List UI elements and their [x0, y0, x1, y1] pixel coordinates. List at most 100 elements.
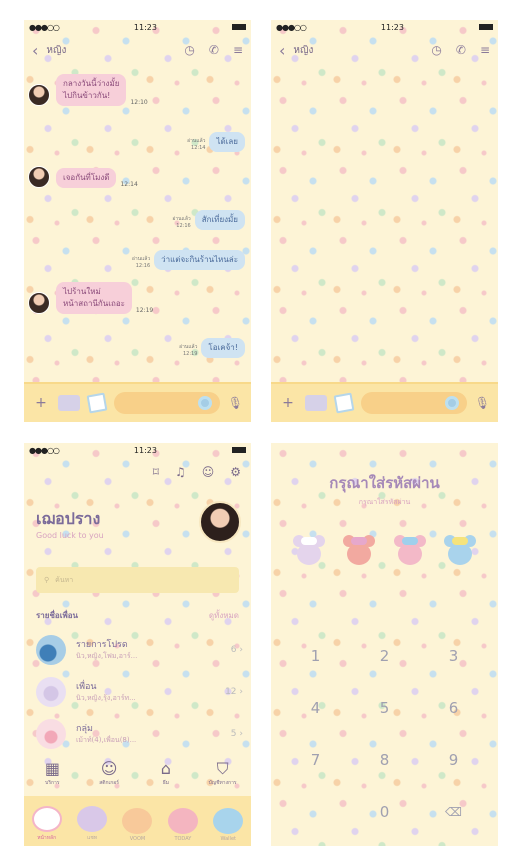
menu-icon[interactable]: ≡	[233, 43, 243, 57]
key-1[interactable]: 1	[281, 645, 350, 667]
mic-icon[interactable]: 🎙	[475, 396, 490, 410]
signal-indicator: ●●●○○	[29, 445, 60, 455]
key-2[interactable]: 2	[350, 645, 419, 667]
message-incoming: ไปร้านใหม่ หน้าสถานีกันเถอะ 12:19	[28, 282, 153, 314]
avatar[interactable]	[28, 292, 50, 314]
chat-input-bar: + 🎙	[24, 382, 251, 422]
delete-icon[interactable]: ⌫	[419, 801, 488, 823]
read-receipt: อ่านแล้ว	[179, 344, 198, 350]
wallet-icon	[213, 808, 244, 834]
history-icon[interactable]: ◷	[431, 43, 441, 57]
list-item[interactable]: กลุ่ม เม้าท์(4),เพื่อน(8)... 5 ›	[36, 713, 243, 755]
signal-indicator: ●●●○○	[276, 22, 307, 32]
photo-icon[interactable]	[333, 392, 355, 414]
list-item[interactable]: เพื่อน นิว,หญิง,รุ้ง,อาร์ท... 12 ›	[36, 671, 243, 713]
tab-wallet[interactable]: Wallet	[206, 808, 250, 842]
message-bubble[interactable]: สักเที่ยงมั้ย	[194, 210, 245, 230]
friends-icon	[36, 677, 66, 707]
message-time: 12:10	[130, 99, 148, 106]
key-8[interactable]: 8	[350, 749, 419, 771]
message-input[interactable]	[114, 392, 220, 414]
mic-icon[interactable]: 🎙	[228, 396, 243, 410]
read-receipt: อ่านแล้ว	[187, 138, 206, 144]
quick-official[interactable]: ⛉ บัญชีทางการ	[198, 759, 248, 787]
photo-icon[interactable]	[86, 392, 108, 414]
quick-menu: ▦ บริการ ☺ สติกเกอร์ ⌂ ธีม ⛉ บัญชีทางการ	[24, 759, 251, 787]
quick-themes[interactable]: ⌂ ธีม	[141, 759, 191, 787]
chat-title: หญิง	[46, 44, 67, 56]
message-bubble[interactable]: เจอกันที่โมงดี	[56, 168, 117, 188]
search-icon: ⚲	[44, 576, 50, 584]
gear-icon[interactable]: ⚙	[230, 465, 241, 479]
status-message: Good luck to you	[36, 531, 104, 540]
message-outgoing: อ่านแล้ว 12:19 โอเคจ้า!	[175, 338, 245, 358]
status-bar: ●●●○○ 11:23	[271, 20, 498, 34]
search-input[interactable]: ⚲ ค้นหา	[36, 567, 239, 593]
back-icon[interactable]: ‹	[279, 41, 285, 60]
home-screen: ●●●○○ 11:23 ⌑ ♫ ☺ ⚙ เฌอปราง Good luck to…	[24, 443, 251, 846]
key-4[interactable]: 4	[281, 697, 350, 719]
key-7[interactable]: 7	[281, 749, 350, 771]
message-bubble[interactable]: กลางวันนี้ว่างมั้ย ไปกินข้าวกัน!	[56, 74, 127, 106]
passcode-slot	[293, 533, 325, 567]
phone-icon[interactable]: ✆	[209, 43, 219, 57]
tab-home[interactable]: หน้าหลัก	[25, 806, 69, 842]
message-outgoing: อ่านแล้ว 12:16 สักเที่ยงมั้ย	[168, 210, 245, 230]
chat-input-bar: + 🎙	[271, 382, 498, 422]
battery-icon	[479, 24, 493, 30]
sticker-icon[interactable]	[197, 396, 212, 410]
chat-screen-empty: ●●●○○ 11:23 ‹ หญิง ◷ ✆ ≡ + 🎙	[271, 20, 498, 422]
bell-icon[interactable]: ♫	[175, 465, 186, 479]
message-outgoing: อ่านแล้ว 12:16 ว่าแต่จะกินร้านไหนล่ะ	[128, 250, 245, 270]
message-outgoing: อ่านแล้ว 12:14 ได้เลย	[183, 132, 245, 152]
menu-icon[interactable]: ≡	[480, 43, 490, 57]
add-friend-icon[interactable]: ☺	[202, 465, 215, 479]
message-bubble[interactable]: ว่าแต่จะกินร้านไหนล่ะ	[154, 250, 245, 270]
passcode-slot	[393, 533, 426, 567]
camera-icon[interactable]	[305, 395, 327, 411]
tab-voom[interactable]: VOOM	[115, 808, 159, 842]
chat-icon	[77, 806, 108, 832]
avatar[interactable]	[28, 166, 50, 188]
key-9[interactable]: 9	[419, 749, 488, 771]
message-bubble[interactable]: ไปร้านใหม่ หน้าสถานีกันเถอะ	[56, 282, 132, 314]
badge-icon: ⛉	[216, 759, 229, 778]
avatar[interactable]	[28, 84, 50, 106]
plus-icon[interactable]: +	[279, 395, 297, 411]
read-receipt: อ่านแล้ว	[131, 256, 151, 262]
history-icon[interactable]: ◷	[184, 43, 194, 57]
key-3[interactable]: 3	[419, 645, 488, 667]
status-time: 11:23	[133, 445, 157, 455]
status-bar: ●●●○○ 11:23	[24, 443, 251, 457]
key-0[interactable]: 0	[350, 801, 419, 823]
camera-icon[interactable]	[58, 395, 80, 411]
favorites-icon	[36, 635, 66, 665]
key-empty	[281, 801, 350, 823]
key-6[interactable]: 6	[419, 697, 488, 719]
profile-avatar[interactable]	[199, 501, 241, 543]
message-bubble[interactable]: ได้เลย	[209, 132, 245, 152]
profile-name[interactable]: เฌอปราง	[36, 507, 100, 532]
message-bubble[interactable]: โอเคจ้า!	[201, 338, 245, 358]
sticker-icon[interactable]	[444, 396, 459, 410]
home-icon	[31, 806, 62, 832]
bookmark-icon[interactable]: ⌑	[153, 465, 159, 479]
back-icon[interactable]: ‹	[32, 41, 38, 60]
quick-stickers[interactable]: ☺ สติกเกอร์	[84, 759, 134, 787]
quick-services[interactable]: ▦ บริการ	[27, 759, 77, 787]
see-all-link[interactable]: ดูทั้งหมด	[209, 609, 239, 622]
groups-icon	[36, 719, 66, 749]
passcode-slot	[443, 533, 476, 567]
message-input[interactable]	[361, 392, 467, 414]
brush-icon: ⌂	[160, 759, 171, 778]
battery-icon	[232, 24, 246, 30]
status-time: 11:23	[380, 22, 404, 32]
read-receipt: อ่านแล้ว	[172, 216, 191, 222]
message-time: 12:16	[176, 223, 191, 229]
plus-icon[interactable]: +	[32, 395, 50, 411]
key-5[interactable]: 5	[350, 697, 419, 719]
tab-today[interactable]: TODAY	[161, 808, 205, 842]
phone-icon[interactable]: ✆	[456, 43, 466, 57]
list-item[interactable]: รายการโปรด นิว,หญิง,โฟม,อาร์... 6 ›	[36, 629, 243, 671]
tab-chat[interactable]: แชท	[70, 806, 114, 842]
